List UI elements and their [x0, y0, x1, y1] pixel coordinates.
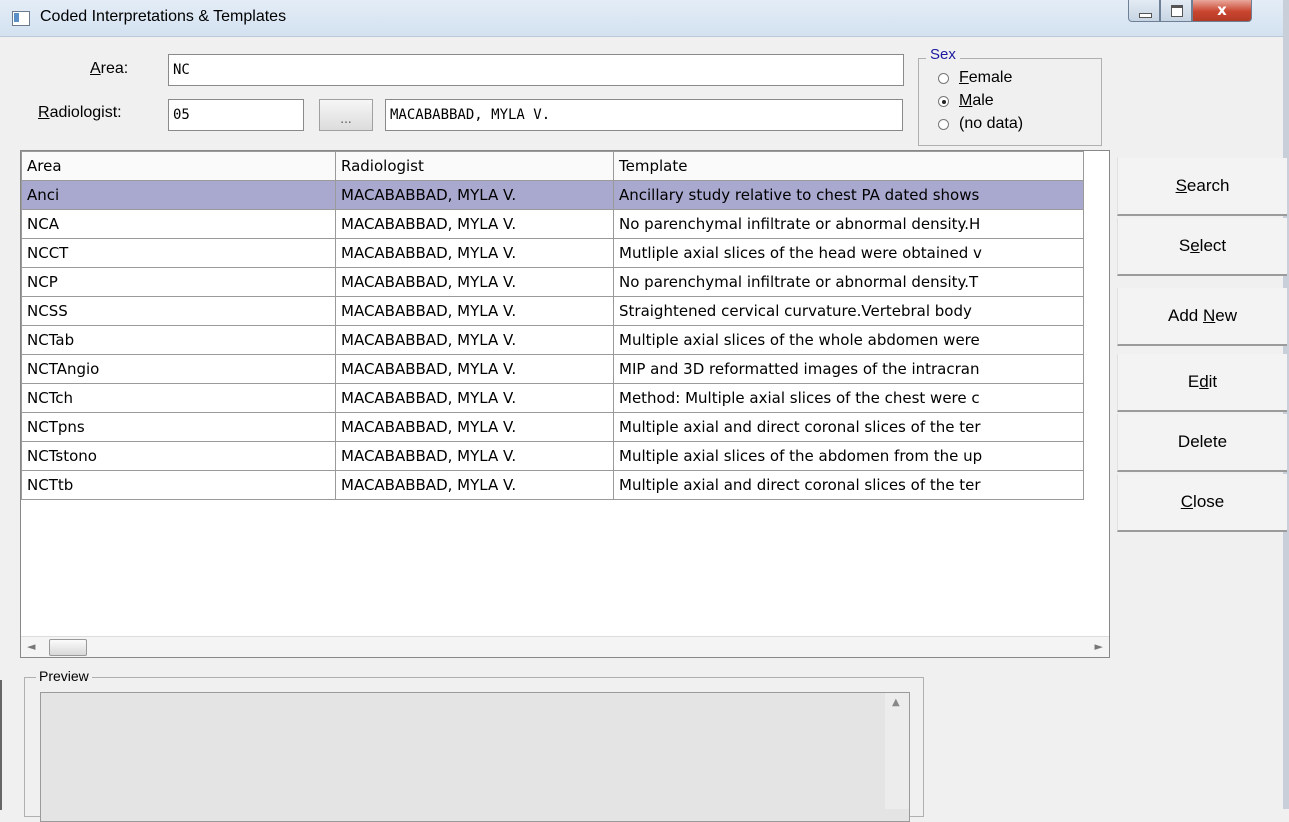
table-row[interactable]: NCSS MACABABBAD, MYLA V. Straightened cerv…: [21, 296, 1084, 326]
cell-area: NCCT: [21, 238, 336, 268]
window-title: Coded Interpretations & Templates: [40, 8, 287, 25]
cell-area: NCA: [21, 209, 336, 239]
scroll-up-icon[interactable]: ▲: [892, 697, 900, 708]
column-header-area[interactable]: Area: [21, 151, 336, 181]
cell-template: Mutliple axial slices of the head were o…: [613, 238, 1084, 268]
maximize-icon: [1171, 5, 1183, 17]
cell-radiologist: MACABABBAD, MYLA V.: [335, 412, 614, 442]
cell-radiologist: MACABABBAD, MYLA V.: [335, 470, 614, 500]
edit-button[interactable]: Edit: [1117, 354, 1287, 412]
delete-button[interactable]: Delete: [1117, 414, 1287, 472]
add-new-button[interactable]: Add New: [1117, 288, 1287, 346]
table-header-row: Area Radiologist Template: [21, 151, 1084, 181]
table-row[interactable]: NCCT MACABABBAD, MYLA V. Mutliple axial sl…: [21, 238, 1084, 268]
cell-radiologist: MACABABBAD, MYLA V.: [335, 325, 614, 355]
cell-radiologist: MACABABBAD, MYLA V.: [335, 180, 614, 210]
cell-template: No parenchymal infiltrate or abnormal de…: [613, 209, 1084, 239]
cell-area: Anci: [21, 180, 336, 210]
preview-legend: Preview: [36, 668, 92, 684]
cell-radiologist: MACABABBAD, MYLA V.: [335, 441, 614, 471]
templates-grid[interactable]: Area Radiologist Template Anci MACABABBAD…: [20, 150, 1110, 658]
column-header-radiologist[interactable]: Radiologist: [335, 151, 614, 181]
radio-icon: [938, 72, 949, 84]
cell-radiologist: MACABABBAD, MYLA V.: [335, 354, 614, 384]
table-row[interactable]: NCP MACABABBAD, MYLA V. No parenchymal inf…: [21, 267, 1084, 297]
radiologist-label: Radiologist:: [38, 104, 122, 121]
cell-radiologist: MACABABBAD, MYLA V.: [335, 209, 614, 239]
radiologist-lookup-button[interactable]: ...: [319, 99, 373, 131]
table-row[interactable]: NCA MACABABBAD, MYLA V. No parenchymal inf…: [21, 209, 1084, 239]
minimize-icon: [1139, 13, 1152, 18]
title-bar: Coded Interpretations & Templates: [0, 0, 1289, 37]
cell-area: NCP: [21, 267, 336, 297]
cell-radiologist: MACABABBAD, MYLA V.: [335, 383, 614, 413]
window-border-left: [0, 680, 2, 810]
area-label: Area:: [90, 60, 129, 77]
table-row[interactable]: NCTab MACABABBAD, MYLA V. Multiple axial s…: [21, 325, 1084, 355]
table-row[interactable]: NCTpns MACABABBAD, MYLA V. Multiple axial …: [21, 412, 1084, 442]
cell-radiologist: MACABABBAD, MYLA V.: [335, 296, 614, 326]
preview-textarea[interactable]: [40, 692, 910, 822]
cell-area: NCTtb: [21, 470, 336, 500]
close-icon: x: [1217, 1, 1227, 19]
table-row[interactable]: Anci MACABABBAD, MYLA V. Ancillary study r…: [21, 180, 1084, 210]
column-header-template[interactable]: Template: [613, 151, 1084, 181]
scroll-thumb[interactable]: [49, 639, 87, 656]
radio-selected-icon: [938, 95, 949, 107]
area-input[interactable]: [168, 54, 904, 86]
close-window-button[interactable]: x: [1192, 0, 1252, 22]
close-button[interactable]: Close: [1117, 474, 1287, 532]
radiologist-name-field: [385, 99, 903, 131]
radiologist-code-input[interactable]: [168, 99, 304, 131]
cell-area: NCTpns: [21, 412, 336, 442]
maximize-button[interactable]: [1160, 0, 1192, 22]
cell-template: Method: Multiple axial slices of the che…: [613, 383, 1084, 413]
table-row[interactable]: NCTAngio MACABABBAD, MYLA V. MIP and 3D re…: [21, 354, 1084, 384]
horizontal-scrollbar[interactable]: ◄ ►: [21, 636, 1109, 657]
cell-radiologist: MACABABBAD, MYLA V.: [335, 238, 614, 268]
cell-template: Straightened cervical curvature.Vertebra…: [613, 296, 1084, 326]
cell-template: Multiple axial slices of the whole abdom…: [613, 325, 1084, 355]
cell-template: Multiple axial and direct coronal slices…: [613, 470, 1084, 500]
cell-area: NCTAngio: [21, 354, 336, 384]
templates-table: Area Radiologist Template Anci MACABABBAD…: [21, 151, 1084, 500]
preview-scrollbar[interactable]: ▲: [885, 693, 909, 809]
cell-template: MIP and 3D reformatted images of the int…: [613, 354, 1084, 384]
table-row[interactable]: NCTstono MACABABBAD, MYLA V. Multiple axia…: [21, 441, 1084, 471]
search-button[interactable]: Search: [1117, 158, 1287, 216]
table-row[interactable]: NCTtb MACABABBAD, MYLA V. Multiple axial a…: [21, 470, 1084, 500]
scroll-right-icon[interactable]: ►: [1095, 640, 1103, 653]
cell-area: NCTch: [21, 383, 336, 413]
radio-no-data[interactable]: (no data): [938, 115, 1023, 133]
cell-template: No parenchymal infiltrate or abnormal de…: [613, 267, 1084, 297]
app-icon: [12, 11, 30, 26]
radio-female[interactable]: Female: [938, 69, 1012, 87]
cell-template: Multiple axial slices of the abdomen fro…: [613, 441, 1084, 471]
cell-area: NCTab: [21, 325, 336, 355]
cell-area: NCTstono: [21, 441, 336, 471]
cell-area: NCSS: [21, 296, 336, 326]
cell-template: Multiple axial and direct coronal slices…: [613, 412, 1084, 442]
cell-template: Ancillary study relative to chest PA dat…: [613, 180, 1084, 210]
sex-legend: Sex: [926, 46, 960, 63]
scroll-left-icon[interactable]: ◄: [27, 640, 35, 653]
minimize-button[interactable]: [1128, 0, 1160, 22]
radio-icon: [938, 118, 949, 130]
select-button[interactable]: Select: [1117, 218, 1287, 276]
cell-radiologist: MACABABBAD, MYLA V.: [335, 267, 614, 297]
radio-male[interactable]: Male: [938, 92, 994, 110]
table-row[interactable]: NCTch MACABABBAD, MYLA V. Method: Multiple…: [21, 383, 1084, 413]
